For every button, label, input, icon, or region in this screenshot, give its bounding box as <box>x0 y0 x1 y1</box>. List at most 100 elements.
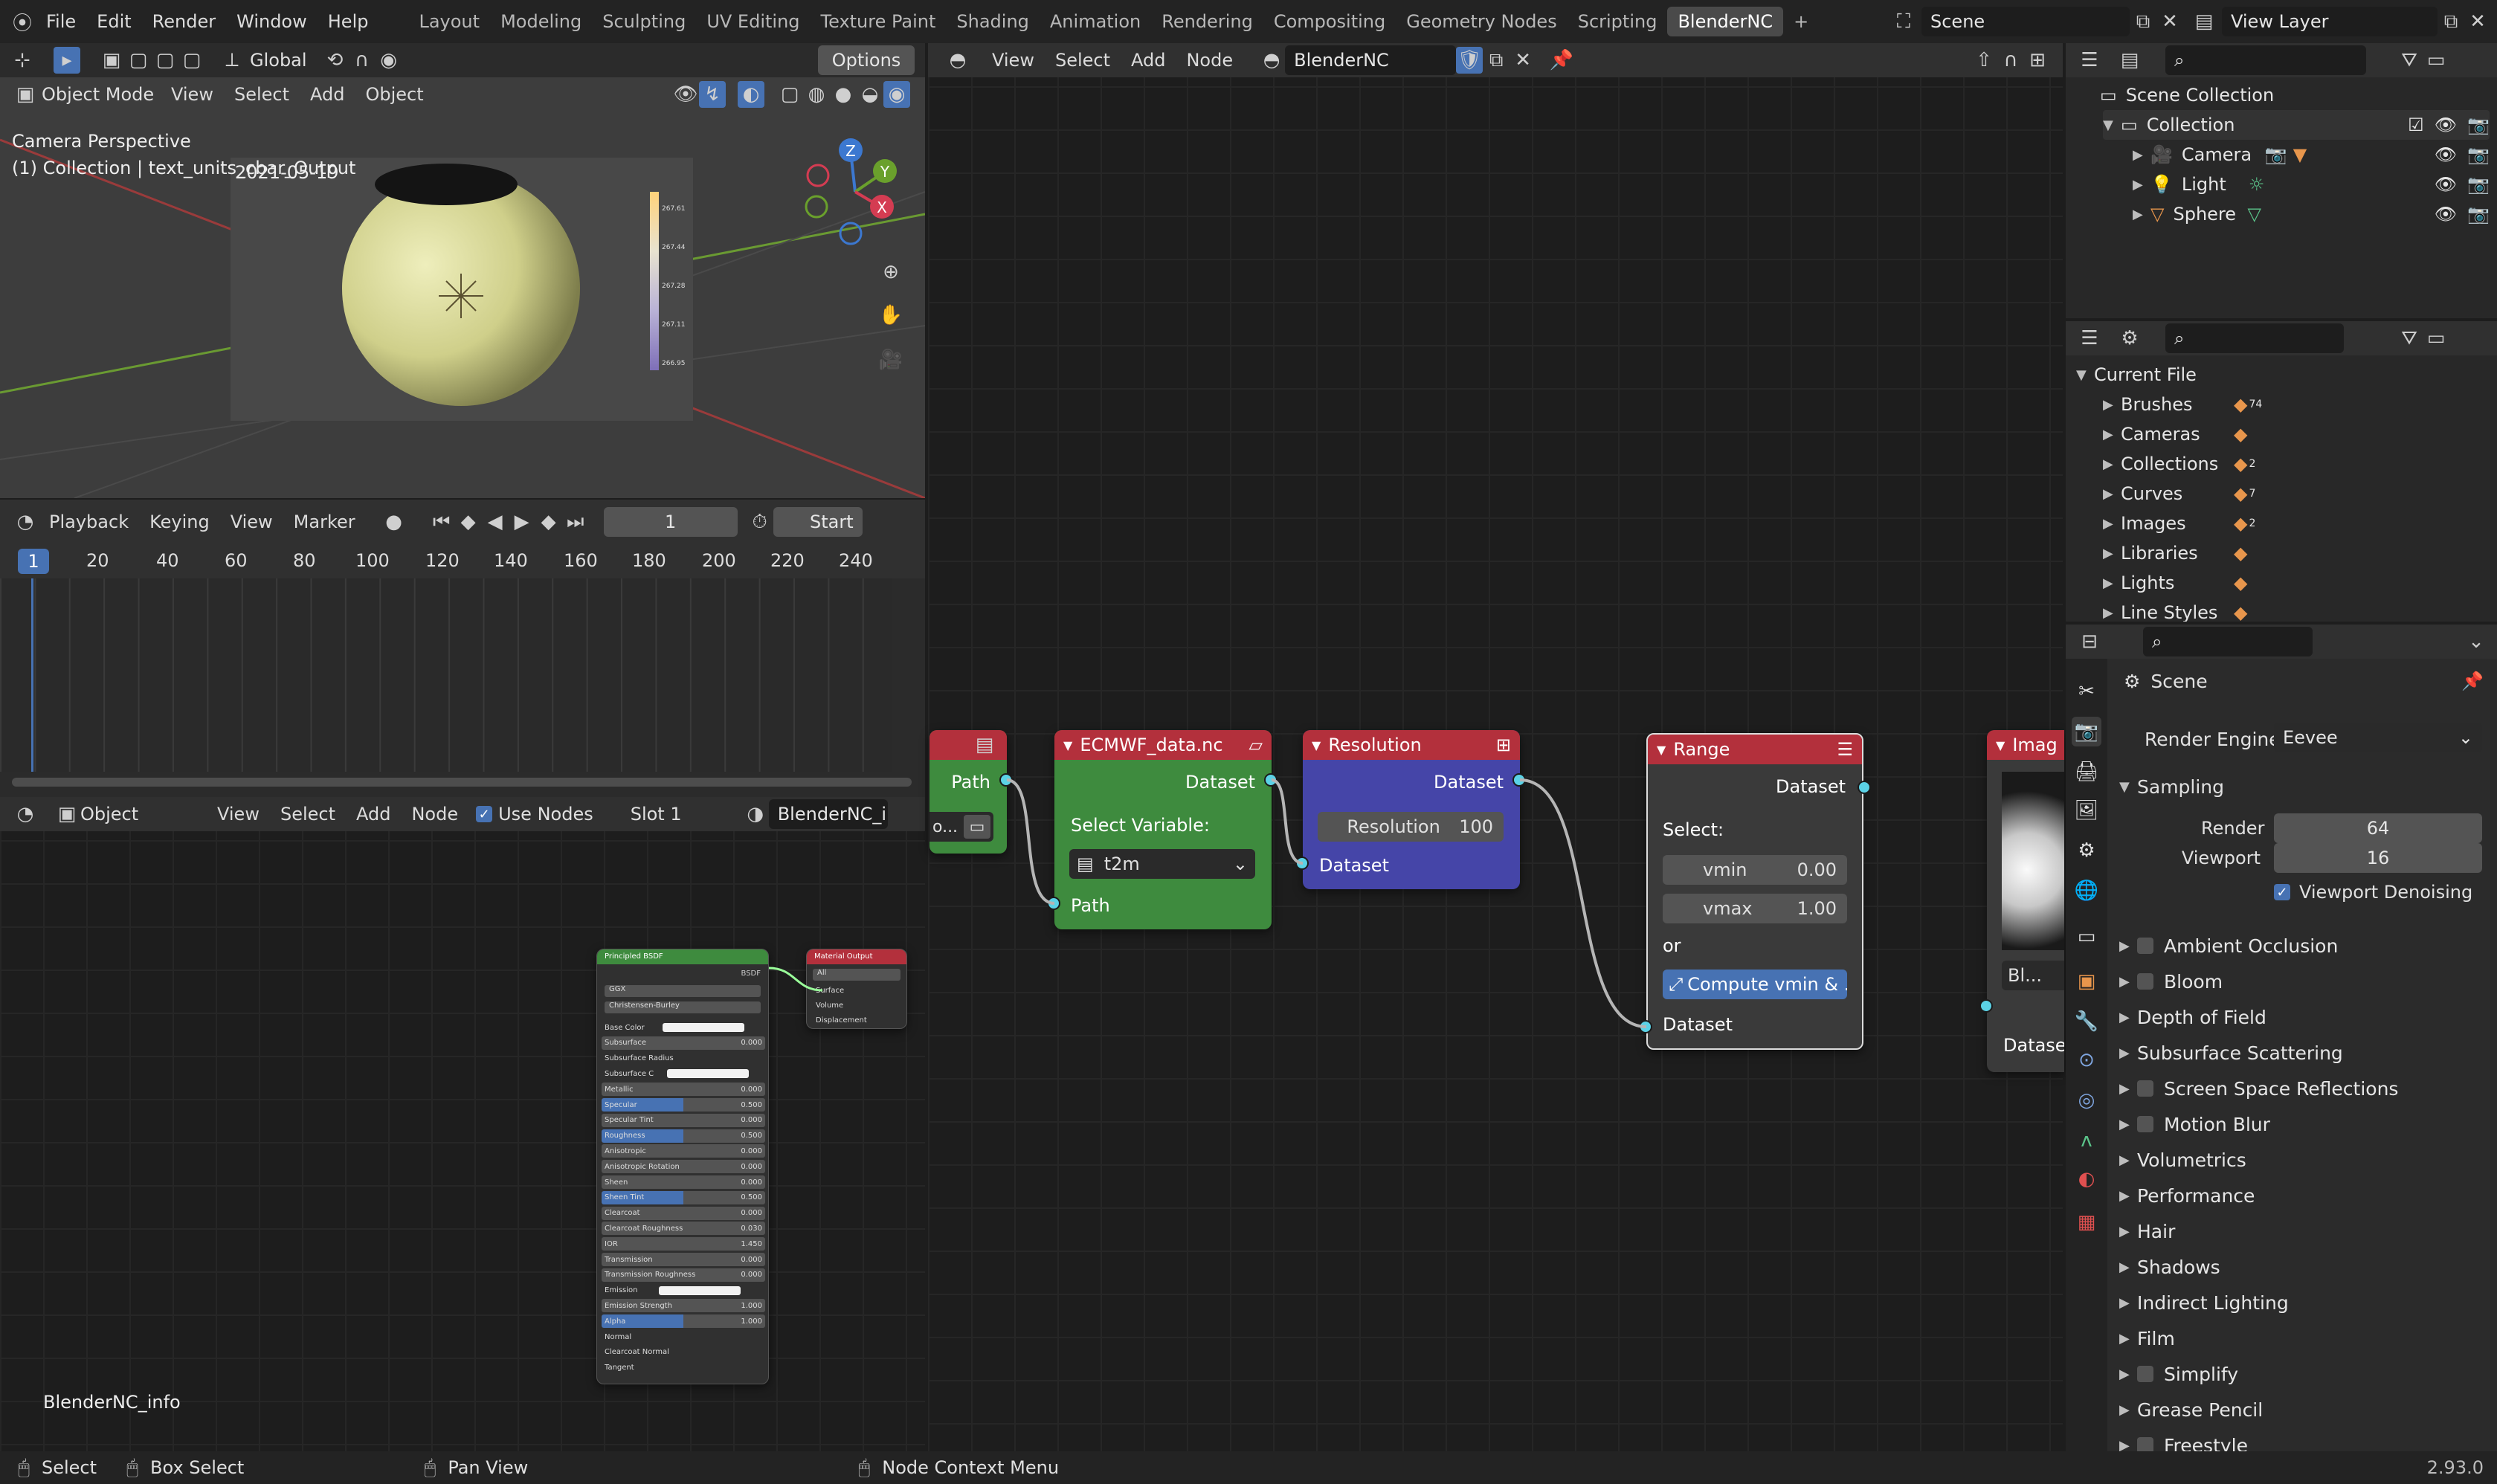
node-menu-add[interactable]: Add <box>1121 50 1176 71</box>
render-icon[interactable]: 📷 <box>2467 144 2490 165</box>
chevron-down-icon[interactable]: ⌄ <box>2463 628 2490 655</box>
bsdf-input-row[interactable]: Subsurface 0.000 <box>602 1036 765 1050</box>
tab-texture-paint[interactable]: Texture Paint <box>811 7 947 36</box>
scene-field[interactable]: Scene <box>1921 7 2130 36</box>
node-snap-grid-icon[interactable]: ⊞ <box>2024 47 2051 74</box>
filter-icon[interactable]: ⛛ <box>2396 325 2423 352</box>
prev-keyframe-icon[interactable]: ◆ <box>455 509 482 535</box>
path-node[interactable]: ▤ Path o... ▭ <box>929 730 1007 854</box>
eye-icon[interactable]: 👁 <box>2435 204 2457 225</box>
panel-enable-checkbox[interactable] <box>2137 1080 2153 1097</box>
expand-icon[interactable]: ▶ <box>2103 486 2121 502</box>
variable-dropdown[interactable]: ▤ t2m ⌄ <box>1069 849 1255 879</box>
modifier-tab-icon[interactable]: 🔧 <box>2072 1007 2101 1036</box>
vmin-field[interactable]: vmin 0.00 <box>1663 855 1847 885</box>
bsdf-input-row[interactable]: Metallic 0.000 <box>602 1083 765 1097</box>
scene-collection-row[interactable]: ▭ Scene Collection <box>2100 80 2274 110</box>
bsdf-input-row[interactable]: Alpha 1.000 <box>602 1314 765 1329</box>
tab-uv-editing[interactable]: UV Editing <box>696 7 810 36</box>
bsdf-input-row[interactable]: Specular 0.500 <box>602 1098 765 1112</box>
tab-modeling[interactable]: Modeling <box>490 7 592 36</box>
view-layer-new-icon[interactable]: ⧉ <box>2438 8 2464 35</box>
outliner-search-input[interactable]: ⌕ <box>2165 45 2366 75</box>
render-icon[interactable]: 📷 <box>2467 174 2490 195</box>
tab-compositing[interactable]: Compositing <box>1263 7 1396 36</box>
shading-wire-icon[interactable]: ◍ <box>803 81 830 108</box>
scene-close-icon[interactable]: ✕ <box>2156 8 2183 35</box>
bsdf-input-row[interactable]: Clearcoat Roughness 0.030 <box>602 1222 765 1236</box>
expand-icon[interactable]: ▶ <box>2103 605 2121 621</box>
shader-menu-add[interactable]: Add <box>346 804 401 825</box>
expand-icon[interactable]: ▶ <box>2103 516 2121 532</box>
image-node[interactable]: ▼ Imag Bl... Dataset <box>1987 730 2064 1072</box>
node-menu-view[interactable]: View <box>982 50 1045 71</box>
tab-animation[interactable]: Animation <box>1040 7 1151 36</box>
particles-tab-icon[interactable]: ⊙ <box>2072 1045 2101 1075</box>
node-editor-type-icon[interactable]: ◓ <box>944 47 971 74</box>
vmax-field[interactable]: vmax 1.00 <box>1663 894 1847 923</box>
properties-panel-header[interactable]: ▶ Subsurface Scattering <box>2119 1036 2491 1069</box>
render-tab-icon[interactable]: 📷 <box>2072 717 2101 746</box>
bsdf-input-row[interactable]: Roughness 0.500 <box>602 1129 765 1143</box>
panel-enable-checkbox[interactable] <box>2137 1116 2153 1132</box>
start-frame-field[interactable]: Start <box>773 507 863 537</box>
bsdf-input-row[interactable]: Emission <box>602 1284 765 1297</box>
data-browser-item[interactable]: ▶ Cameras ◆ <box>2103 419 2249 449</box>
eye-icon[interactable]: 👁 <box>2435 174 2457 195</box>
current-frame-field[interactable]: 1 <box>603 507 738 537</box>
tab-layout[interactable]: Layout <box>408 7 490 36</box>
path-field[interactable]: o... ▭ <box>929 812 993 842</box>
shader-editor-type-icon[interactable]: ◔ <box>12 801 39 828</box>
node-snap-icon[interactable]: ∩ <box>1997 47 2024 74</box>
resolution-output-socket[interactable] <box>1512 773 1526 787</box>
render-engine-dropdown[interactable]: Eevee ⌄ <box>2274 723 2482 752</box>
select-box-icon[interactable]: ▣ <box>98 47 125 74</box>
bsdf-input-row[interactable]: Normal <box>602 1330 765 1343</box>
range-input-socket[interactable] <box>1639 1020 1652 1033</box>
properties-panel-header[interactable]: ▶ Hair <box>2119 1215 2491 1248</box>
panel-expand-icon[interactable]: ▶ <box>2119 1224 2137 1239</box>
pin-icon[interactable]: 📌 <box>1548 47 1575 74</box>
shader-menu-select[interactable]: Select <box>270 804 346 825</box>
properties-panel-header[interactable]: ▶ Depth of Field <box>2119 1001 2491 1033</box>
data-browser-item[interactable]: ▶ Lights ◆ <box>2103 568 2249 598</box>
menu-render[interactable]: Render <box>142 11 226 32</box>
jump-end-icon[interactable]: ⏭ <box>562 509 589 535</box>
filter-icon[interactable]: ⛛ <box>2396 47 2423 74</box>
camera-view-icon[interactable]: 🎥 <box>877 346 904 373</box>
render-icon[interactable]: 📷 <box>2467 204 2490 225</box>
data-browser-search-input[interactable]: ⌕ <box>2165 323 2344 353</box>
range-output-socket[interactable] <box>1858 781 1871 794</box>
slot-dropdown[interactable]: Slot 1 <box>631 804 742 825</box>
node-tree-copy-icon[interactable]: ⧉ <box>1483 47 1510 74</box>
menu-window[interactable]: Window <box>226 11 318 32</box>
next-keyframe-icon[interactable]: ◆ <box>535 509 562 535</box>
select-invert-icon[interactable]: ▢ <box>178 47 205 74</box>
material-output-target[interactable]: All <box>813 969 900 981</box>
playhead-line[interactable] <box>31 578 33 772</box>
menu-help[interactable]: Help <box>318 11 379 32</box>
transform-orientation[interactable]: Global <box>250 50 307 71</box>
properties-panel-header[interactable]: ▶ Ambient Occlusion <box>2119 929 2491 962</box>
data-browser-item[interactable]: ▶ Images ◆ 2 <box>2103 509 2255 538</box>
bsdf-input-row[interactable]: Anisotropic 0.000 <box>602 1144 765 1158</box>
visibility-icon[interactable]: 👁 <box>672 81 699 108</box>
delete-icon[interactable]: ▭ <box>2423 325 2449 352</box>
properties-panel-header[interactable]: ▶ Screen Space Reflections <box>2119 1072 2491 1105</box>
pan-hand-icon[interactable]: ✋ <box>877 302 904 329</box>
physics-tab-icon[interactable]: ◎ <box>2072 1085 2101 1115</box>
play-icon[interactable]: ▶ <box>509 509 535 535</box>
path-output-socket[interactable] <box>999 773 1013 787</box>
timeline-track-area[interactable] <box>0 578 892 772</box>
navigation-gizmo[interactable]: Z Y X <box>796 132 915 251</box>
gizmo-icon[interactable]: ↯ <box>699 81 726 108</box>
menu-edit[interactable]: Edit <box>86 11 141 32</box>
shading-solid-icon[interactable]: ● <box>830 81 857 108</box>
ecmwf-input-socket[interactable] <box>1047 897 1060 910</box>
panel-expand-icon[interactable]: ▶ <box>2119 1010 2137 1025</box>
range-node[interactable]: ▼ Range ☰ Dataset Select: vmin 0.00 vmax… <box>1646 733 1863 1050</box>
camera-expand-icon[interactable]: ▶ <box>2133 147 2150 163</box>
properties-panel-header[interactable]: ▶ Freestyle <box>2119 1429 2491 1451</box>
panel-expand-icon[interactable]: ▶ <box>2119 1367 2137 1382</box>
current-file-expand-icon[interactable]: ▼ <box>2076 367 2094 383</box>
